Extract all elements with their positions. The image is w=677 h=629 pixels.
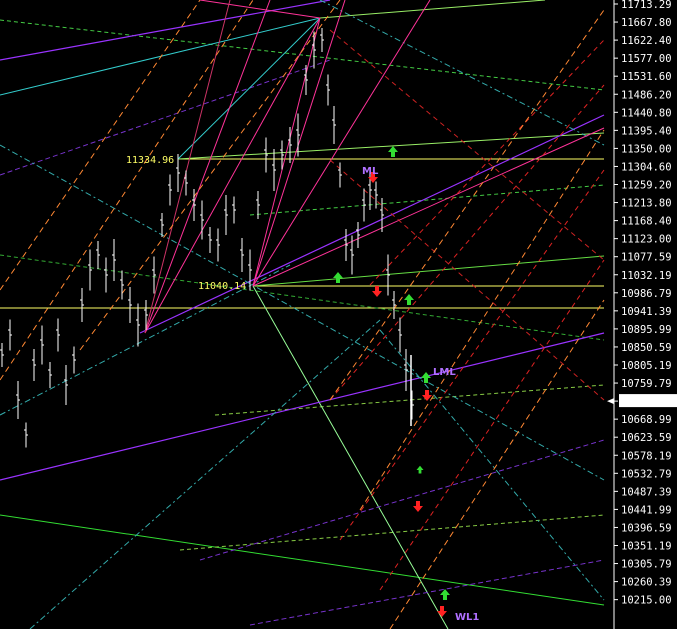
y-tick-label: 11622.40 <box>621 35 672 47</box>
y-tick-label: 11304.60 <box>621 161 672 173</box>
price-label-low: 11040.14 <box>198 281 246 292</box>
y-tick-label: 10441.99 <box>621 504 672 516</box>
y-tick-label: 11213.80 <box>621 198 672 210</box>
y-tick-label: 10941.39 <box>621 306 672 318</box>
chart-background <box>0 0 677 629</box>
y-tick-label: 10986.79 <box>621 288 672 300</box>
y-tick-label: 10396.59 <box>621 522 672 534</box>
y-tick-label: 11486.20 <box>621 89 672 101</box>
y-tick-label: 11713.29 <box>621 0 672 11</box>
y-tick-label: 11395.40 <box>621 125 672 137</box>
y-tick-label: 10578.19 <box>621 450 672 462</box>
y-tick-label: 10850.59 <box>621 342 672 354</box>
y-tick-label: 11077.59 <box>621 252 672 264</box>
y-tick-label: 10668.99 <box>621 414 672 426</box>
y-tick-label: 10487.39 <box>621 486 672 498</box>
price-label-high: 11334.96 <box>126 155 174 166</box>
y-tick-label: 11577.00 <box>621 53 672 65</box>
y-tick-label: 11350.00 <box>621 143 672 155</box>
annotation-wl1: WL1 <box>455 612 479 623</box>
y-tick-label: 11259.20 <box>621 180 672 192</box>
annotation-lml: LML <box>433 367 456 378</box>
y-tick-label: 10351.19 <box>621 541 672 553</box>
y-tick-label: 11667.80 <box>621 17 672 29</box>
y-tick-label: 10623.59 <box>621 432 672 444</box>
y-tick-label: 11531.60 <box>621 71 672 83</box>
y-tick-label: 11168.40 <box>621 216 672 228</box>
y-tick-label: 10706.14 <box>621 396 672 408</box>
y-tick-label: 10260.39 <box>621 577 672 589</box>
y-tick-label: 10895.99 <box>621 324 672 336</box>
y-tick-label: 10305.79 <box>621 559 672 571</box>
y-tick-label: 11440.80 <box>621 107 672 119</box>
y-tick-label: 10759.79 <box>621 378 672 390</box>
price-chart: 11334.96 11040.14 ML LML WL1 11713.29 116… <box>0 0 677 629</box>
y-tick-label: 10532.79 <box>621 468 672 480</box>
y-tick-label: 11032.19 <box>621 270 672 282</box>
y-tick-label: 10805.19 <box>621 360 672 372</box>
annotation-ml: ML <box>362 166 379 177</box>
y-tick-label: 10215.00 <box>621 595 672 607</box>
y-tick-label: 11123.00 <box>621 234 672 246</box>
